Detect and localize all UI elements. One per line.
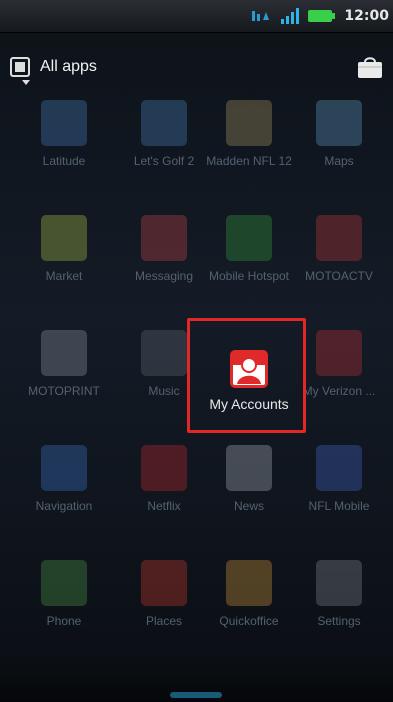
app-label: Messaging (134, 269, 194, 283)
app-label: My Verizon ... (302, 384, 376, 398)
app-label: Navigation (35, 499, 93, 513)
madden-icon (226, 100, 272, 146)
app-label: Quickoffice (219, 614, 279, 628)
app-label: Netflix (147, 499, 181, 513)
app-label: Madden NFL 12 (206, 154, 292, 168)
my-verizon-icon (316, 330, 362, 376)
app-label: Latitude (42, 154, 86, 168)
news-icon (226, 445, 272, 491)
app-label: Mobile Hotspot (208, 269, 290, 283)
app-label: MOTOPRINT (28, 384, 100, 398)
app-label: News (233, 499, 264, 513)
clock: 12:00 (344, 8, 389, 24)
app-drawer-menu-icon[interactable] (10, 57, 30, 77)
app-golf[interactable]: Let's Golf 2 (120, 100, 208, 210)
app-drawer-header: All apps (0, 50, 393, 90)
app-label: Places (145, 614, 183, 628)
places-icon (141, 560, 187, 606)
phone-icon (41, 560, 87, 606)
home-handle[interactable] (170, 692, 222, 698)
app-motoprint[interactable]: MOTOPRINT (20, 330, 108, 440)
chevron-down-icon[interactable] (22, 80, 30, 85)
app-navigation[interactable]: Navigation (20, 445, 108, 555)
app-places[interactable]: Places (120, 560, 208, 670)
app-label: Maps (324, 154, 354, 168)
motoactv-icon (316, 215, 362, 261)
app-label: Market (45, 269, 83, 283)
app-motoactv[interactable]: MOTOACTV (295, 215, 383, 325)
wifi-data-icon (252, 11, 270, 21)
netflix-icon (141, 445, 187, 491)
messaging-icon (141, 215, 187, 261)
app-phone[interactable]: Phone (20, 560, 108, 670)
status-bar: 12:00 (0, 0, 393, 33)
maps-icon (316, 100, 362, 146)
app-nfl[interactable]: NFL Mobile (295, 445, 383, 555)
app-market[interactable]: Market (20, 215, 108, 325)
nfl-icon (316, 445, 362, 491)
app-label: Phone (46, 614, 82, 628)
page-title[interactable]: All apps (40, 58, 97, 76)
latitude-icon (41, 100, 87, 146)
app-label: Let's Golf 2 (133, 154, 195, 168)
app-label: Settings (317, 614, 361, 628)
app-madden[interactable]: Madden NFL 12 (205, 100, 293, 210)
highlight-box (187, 318, 306, 433)
app-label: NFL Mobile (308, 499, 370, 513)
app-quickoffice[interactable]: Quickoffice (205, 560, 293, 670)
app-news[interactable]: News (205, 445, 293, 555)
navigation-icon (41, 445, 87, 491)
golf-icon (141, 100, 187, 146)
app-settings[interactable]: Settings (295, 560, 383, 670)
battery-icon (308, 10, 336, 22)
app-latitude[interactable]: Latitude (20, 100, 108, 210)
signal-strength-icon (281, 8, 300, 24)
hotspot-icon (226, 215, 272, 261)
quickoffice-icon (226, 560, 272, 606)
market-icon (41, 215, 87, 261)
motoprint-icon (41, 330, 87, 376)
status-icons: 12:00 (250, 7, 389, 25)
bottom-dock (0, 662, 393, 702)
app-hotspot[interactable]: Mobile Hotspot (205, 215, 293, 325)
app-messaging[interactable]: Messaging (120, 215, 208, 325)
app-my-verizon[interactable]: My Verizon ... (295, 330, 383, 440)
app-label: MOTOACTV (305, 269, 373, 283)
app-maps[interactable]: Maps (295, 100, 383, 210)
app-netflix[interactable]: Netflix (120, 445, 208, 555)
shopping-bag-icon[interactable] (355, 54, 385, 80)
music-icon (141, 330, 187, 376)
settings-icon (316, 560, 362, 606)
